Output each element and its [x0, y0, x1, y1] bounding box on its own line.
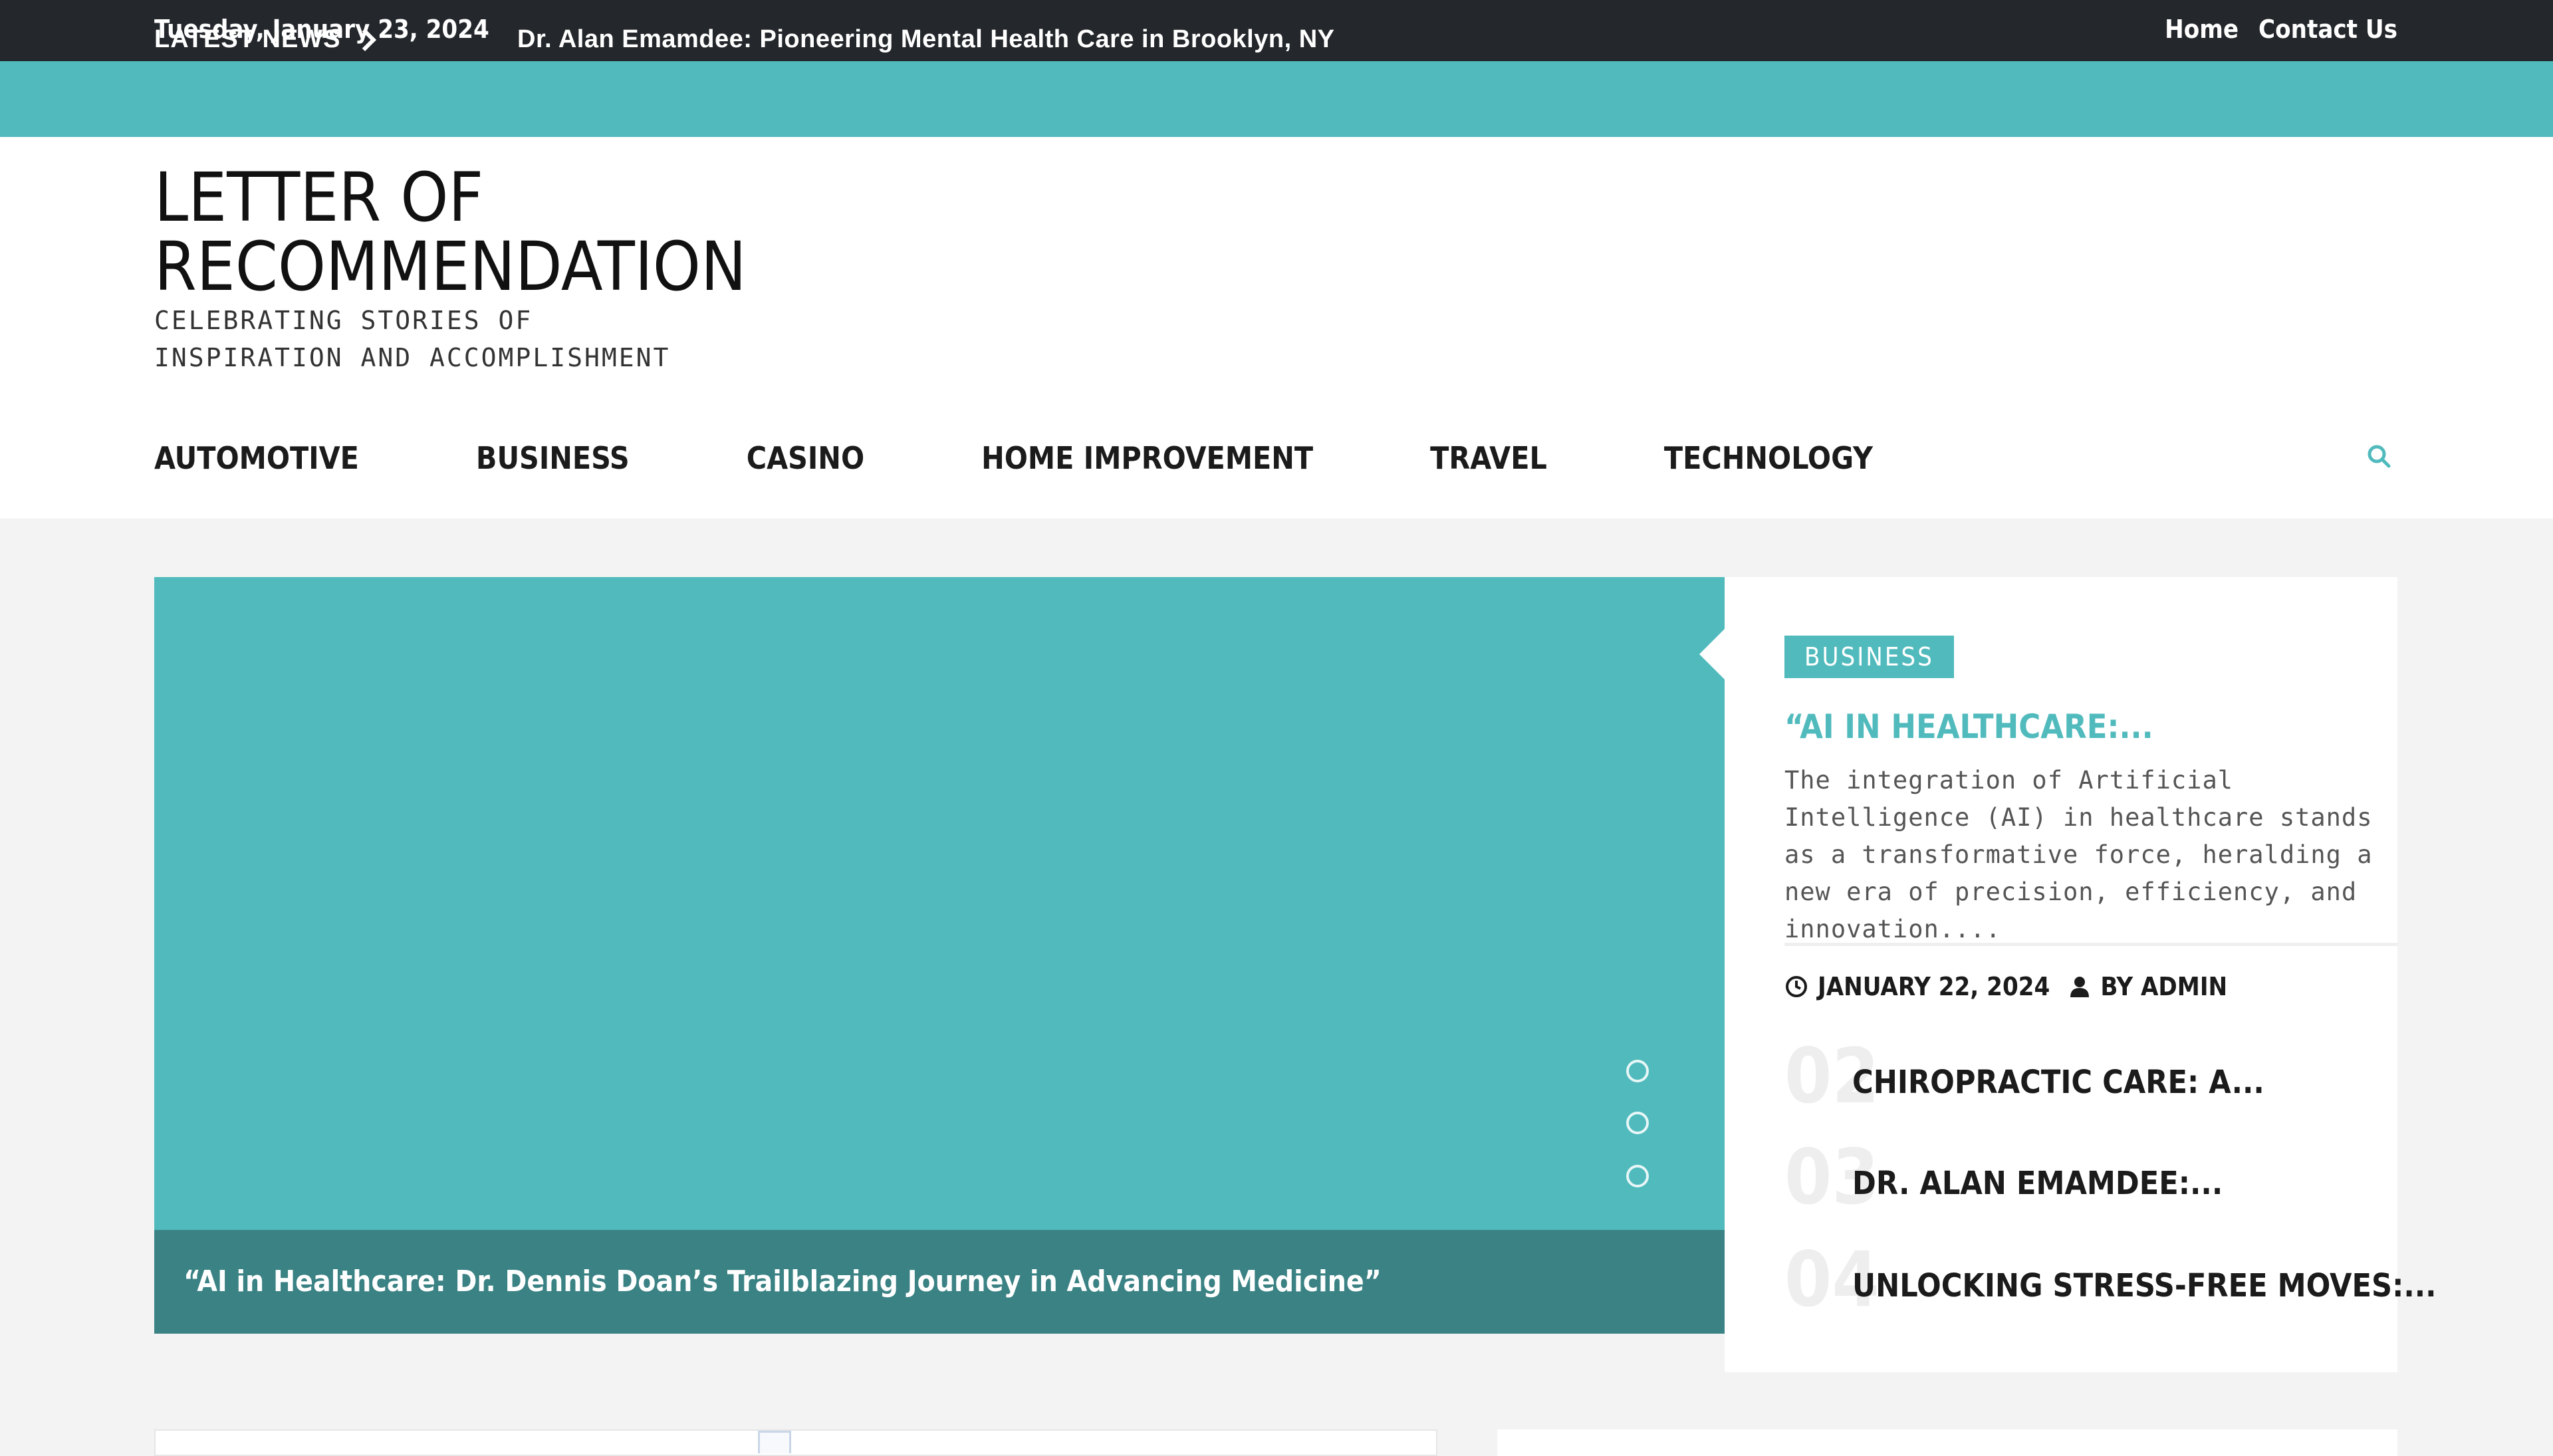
site-title-line1: LETTER OF — [154, 158, 484, 237]
site-header: LETTER OF RECOMMENDATION CELEBRATING STO… — [0, 137, 2553, 396]
main-nav: AUTOMOTIVE BUSINESS CASINO HOME IMPROVEM… — [0, 394, 2553, 519]
chevron-right-icon — [353, 28, 376, 51]
tagline-line1: CELEBRATING STORIES OF — [154, 306, 533, 335]
site-title-line2: RECOMMENDATION — [154, 227, 747, 306]
post-date: JANUARY 22, 2024 — [1818, 972, 2050, 1001]
post-author[interactable]: BY ADMIN — [2100, 972, 2227, 1001]
sidebar-card — [1497, 1429, 2397, 1456]
list-item-title[interactable]: CHIROPRACTIC CARE: A... — [1852, 1064, 2264, 1101]
slider-dot-3[interactable] — [1626, 1165, 1649, 1187]
post-meta: JANUARY 22, 2024 BY ADMIN — [1784, 972, 2227, 1001]
featured-post-title[interactable]: “AI IN HEALTHCARE:... — [1784, 707, 2153, 746]
slider-dot-1[interactable] — [1626, 1060, 1649, 1082]
latest-news-label: LATEST NEWS — [154, 25, 376, 54]
post-card[interactable] — [154, 1429, 1437, 1456]
featured-post-excerpt: The integration of Artificial Intelligen… — [1784, 766, 2373, 943]
nav-menu: AUTOMOTIVE BUSINESS CASINO HOME IMPROVEM… — [154, 440, 1990, 476]
ticker-headline-link[interactable]: Dr. Alan Emamdee: Pioneering Mental Heal… — [517, 25, 1334, 54]
panel-divider — [1784, 943, 2397, 946]
nav-item-technology[interactable]: TECHNOLOGY — [1664, 440, 1873, 476]
top-links: Home Contact Us — [2165, 15, 2397, 44]
contact-us-link[interactable]: Contact Us — [2258, 15, 2397, 44]
nav-item-travel[interactable]: TRAVEL — [1430, 440, 1547, 476]
broken-image-icon — [758, 1431, 791, 1453]
nav-item-business[interactable]: BUSINESS — [476, 440, 630, 476]
home-link[interactable]: Home — [2165, 15, 2239, 44]
nav-item-casino[interactable]: CASINO — [747, 440, 864, 476]
nav-item-home-improvement[interactable]: HOME IMPROVEMENT — [981, 440, 1313, 476]
user-icon — [2070, 977, 2090, 997]
search-icon[interactable] — [2367, 444, 2391, 468]
list-item-title[interactable]: DR. ALAN EMAMDEE:... — [1852, 1165, 2223, 1202]
panel-notch — [1699, 629, 1725, 679]
nav-item-automotive[interactable]: AUTOMOTIVE — [154, 440, 359, 476]
category-badge[interactable]: BUSINESS — [1784, 636, 1954, 678]
slider-dot-2[interactable] — [1626, 1112, 1649, 1134]
tagline-line2: INSPIRATION AND ACCOMPLISHMENT — [154, 343, 671, 372]
site-tagline: CELEBRATING STORIES OF INSPIRATION AND A… — [154, 302, 670, 376]
slider-caption[interactable]: “AI in Healthcare: Dr. Dennis Doan’s Tra… — [154, 1230, 1725, 1334]
clock-icon — [1786, 976, 1807, 997]
slider-caption-text: “AI in Healthcare: Dr. Dennis Doan’s Tra… — [183, 1265, 1382, 1298]
featured-slider[interactable] — [154, 577, 1725, 1334]
list-item-title[interactable]: UNLOCKING STRESS-FREE MOVES:... — [1852, 1267, 2437, 1304]
news-ticker — [0, 61, 2553, 137]
site-title[interactable]: LETTER OF RECOMMENDATION — [154, 164, 747, 302]
latest-news-text: LATEST NEWS — [154, 25, 341, 53]
